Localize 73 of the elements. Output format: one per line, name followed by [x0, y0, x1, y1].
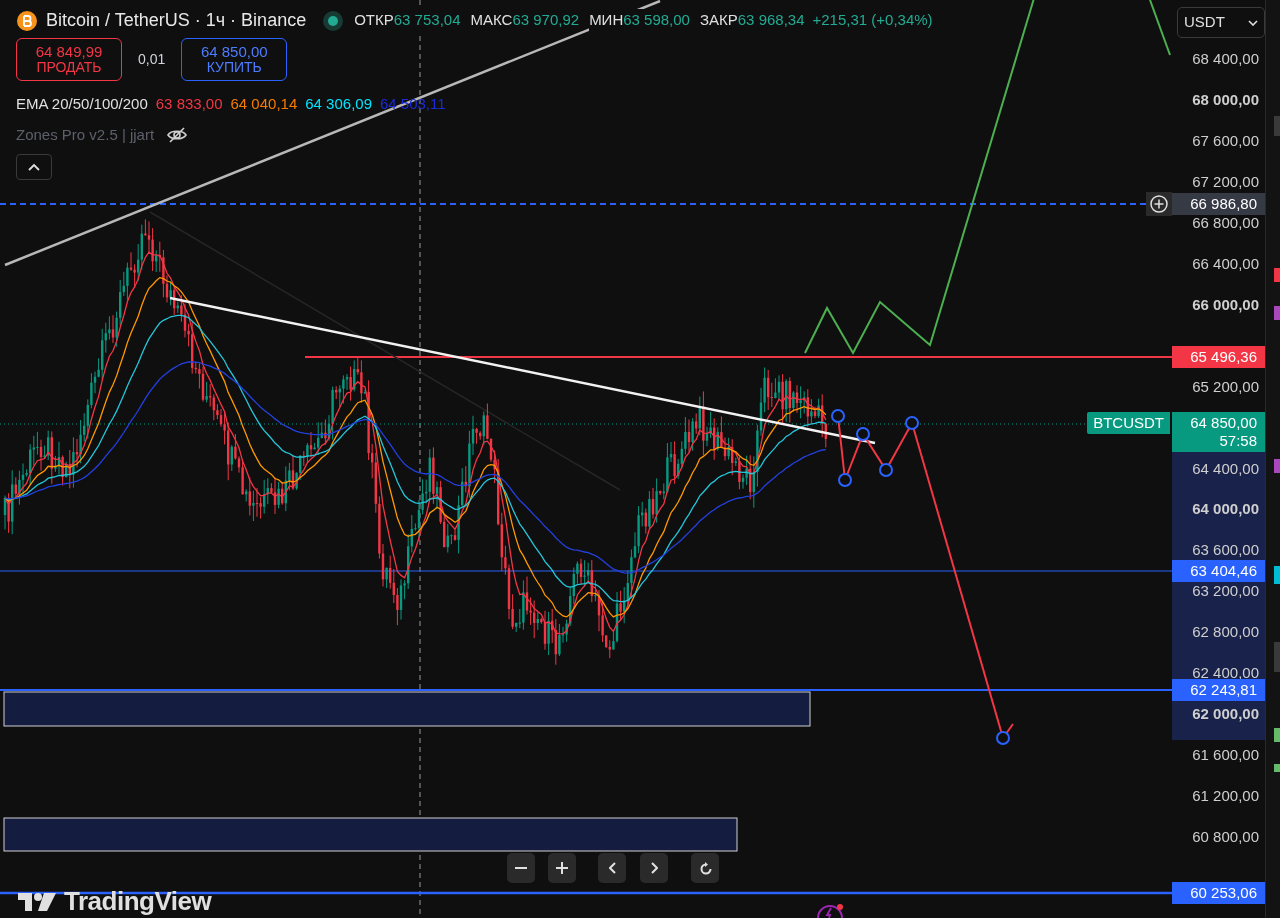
price-label: 64 400,00 [1192, 460, 1259, 477]
price-tag: 62 243,81 [1172, 679, 1265, 701]
minus-icon [515, 867, 527, 869]
stat-value: 63 753,04 [393, 9, 461, 32]
scale-marker [1274, 116, 1280, 136]
logo-icon [18, 890, 58, 913]
sell-button[interactable]: 64 849,99 ПРОДАТЬ [16, 38, 122, 81]
price-label: 66 800,00 [1192, 214, 1259, 231]
reset-button[interactable] [691, 853, 719, 883]
price-tag: 60 253,06 [1172, 882, 1265, 904]
zoom-out-button[interactable] [507, 853, 535, 883]
indicator-name: EMA 20/50/100/200 [16, 94, 148, 114]
symbol-tag: BTCUSDT [1087, 412, 1170, 434]
price-label: 60 800,00 [1192, 829, 1259, 846]
indicator-name: Zones Pro v2.5 | jjart [16, 124, 155, 145]
logo-text: TradingView [64, 885, 212, 918]
indicator-value: 64 040,14 [230, 94, 298, 114]
price-label: 66 400,00 [1192, 255, 1259, 272]
price-label: 62 400,00 [1192, 665, 1259, 682]
spread-value: 0,01 [138, 50, 166, 69]
price-label: 61 600,00 [1192, 747, 1259, 764]
collapse-button[interactable] [16, 154, 52, 180]
buy-button[interactable]: 64 850,00 КУПИТЬ [181, 38, 288, 81]
price-label: 65 200,00 [1192, 378, 1259, 395]
point-marker [831, 409, 845, 423]
price-tag: 63 404,46 [1172, 560, 1265, 582]
point-marker [996, 731, 1010, 745]
price-label: 68 400,00 [1192, 51, 1259, 67]
coin-icon [16, 9, 38, 32]
zoom-in-button[interactable] [548, 853, 576, 883]
currency-dropdown[interactable]: USDT [1177, 7, 1265, 38]
price-label: 64 000,00 [1192, 501, 1259, 518]
point-marker [905, 416, 919, 430]
status-dot-icon [322, 9, 345, 32]
scale-marker [1274, 642, 1280, 672]
lightning-icon [816, 904, 844, 918]
point-marker [879, 463, 893, 477]
price-label: 62 000,00 [1192, 706, 1259, 723]
price-label: 61 200,00 [1192, 788, 1259, 805]
scale-marker [1274, 764, 1280, 772]
caret-icon [1248, 19, 1258, 26]
indicator-value: 64 503,11 [380, 94, 446, 114]
point-marker [856, 427, 870, 441]
countdown: 57:58 [1218, 432, 1257, 450]
price-label: 63 200,00 [1192, 583, 1259, 600]
price-tag: 65 496,36 [1172, 346, 1265, 368]
price-label: 68 000,00 [1192, 91, 1259, 108]
reset-icon [698, 861, 712, 875]
add-alert-button[interactable] [1146, 192, 1172, 216]
price-label: 63 600,00 [1192, 542, 1259, 559]
scale-marker [1274, 306, 1280, 320]
indicator-value: 63 833,00 [155, 94, 223, 114]
indicator-value: 64 306,09 [305, 94, 372, 114]
price-label: 62 800,00 [1192, 624, 1259, 641]
price-label: 66 000,00 [1192, 296, 1259, 313]
price-label: 67 600,00 [1192, 132, 1259, 149]
symbol-title: Bitcoin / TetherUS · 1ч · Binance [46, 9, 307, 32]
projection-path [1149, 0, 1171, 56]
scale-marker [1274, 268, 1280, 282]
chevron-up-icon [28, 163, 40, 171]
scroll-right-button[interactable] [640, 853, 668, 883]
plus-icon [556, 862, 568, 874]
last-price: 64 850,00 [1189, 414, 1257, 432]
scale-marker [1274, 728, 1280, 742]
scroll-left-button[interactable] [598, 853, 626, 883]
scale-marker [1274, 459, 1280, 473]
plus-circle-icon [1149, 194, 1169, 214]
scale-marker [1274, 566, 1280, 584]
chevron-left-icon [608, 862, 616, 874]
chevron-right-icon [650, 862, 658, 874]
price-tag: 66 986,80 [1172, 193, 1265, 215]
point-marker [838, 473, 852, 487]
price-label: 67 200,00 [1192, 173, 1259, 190]
